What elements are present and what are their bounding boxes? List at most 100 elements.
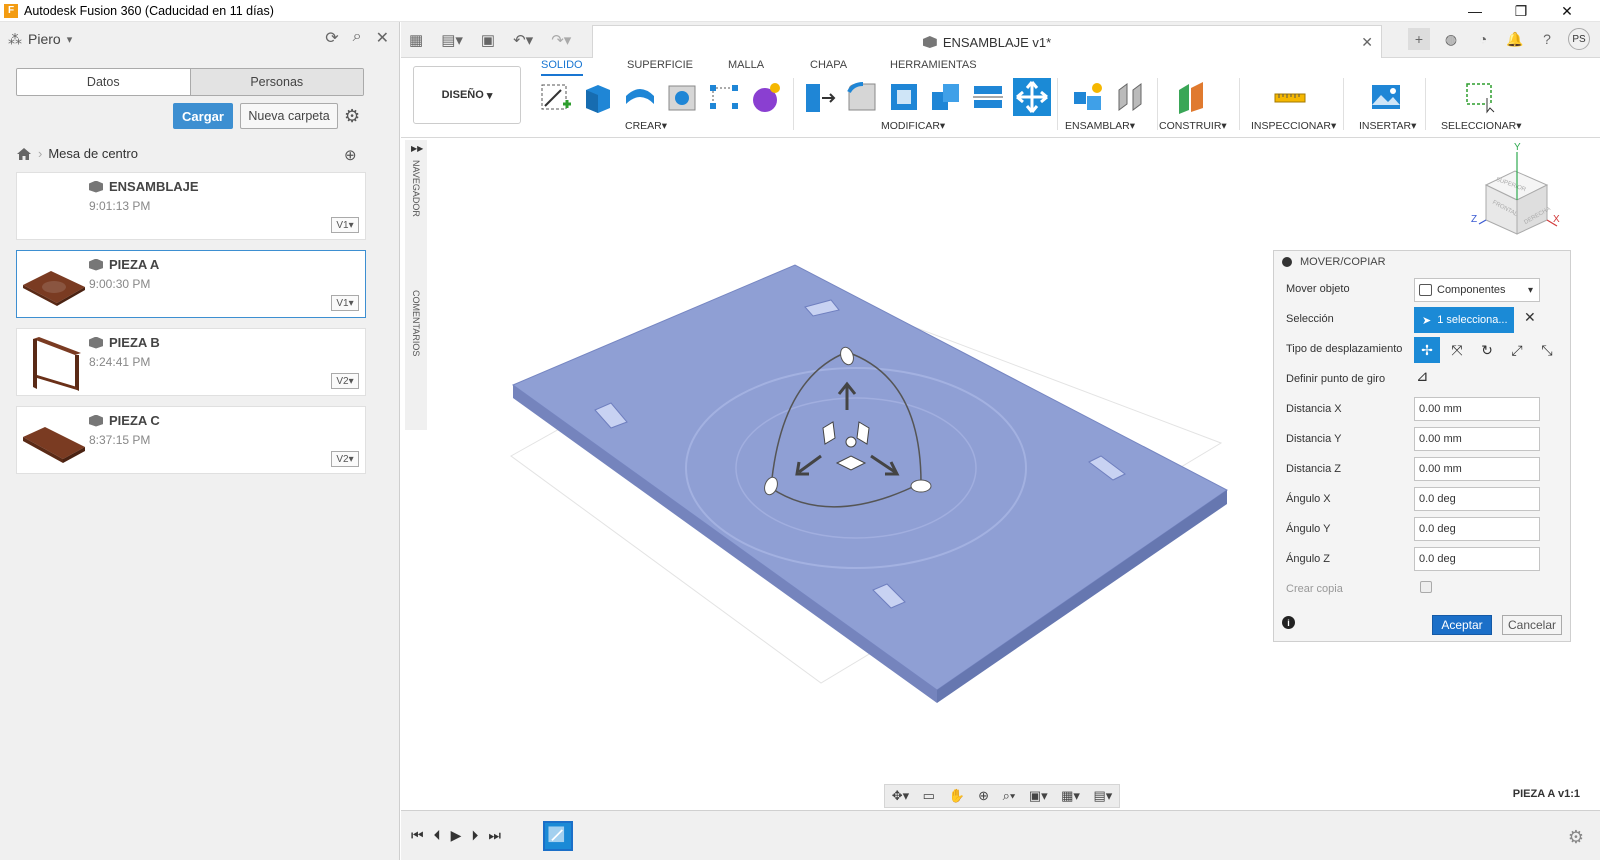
group-modificar[interactable]: MODIFICAR▾ <box>881 120 945 132</box>
joint-icon[interactable] <box>1113 80 1147 114</box>
expand-navigator-icon[interactable]: ▶▶ <box>411 144 423 153</box>
file-card-pieza-b[interactable]: PIEZA B 8:24:41 PM V2 ▾ <box>16 328 366 396</box>
insert-image-icon[interactable] <box>1369 80 1403 114</box>
refresh-icon[interactable]: ⟳ <box>325 28 338 48</box>
move-copy-tool[interactable] <box>1013 78 1051 116</box>
version-dropdown[interactable]: V2 ▾ <box>331 451 359 467</box>
create-form-icon[interactable] <box>749 80 783 114</box>
shell-icon[interactable] <box>887 80 921 114</box>
display-settings-icon[interactable]: ▣▾ <box>1029 788 1048 804</box>
home-icon[interactable] <box>16 147 32 161</box>
user-avatar[interactable]: PS <box>1568 28 1590 50</box>
extensions-icon[interactable]: ◍ <box>1440 28 1462 50</box>
create-sketch-icon[interactable] <box>539 80 573 114</box>
measure-icon[interactable] <box>1273 80 1307 114</box>
version-dropdown[interactable]: V1 ▾ <box>331 295 359 311</box>
group-construir[interactable]: CONSTRUIR▾ <box>1159 120 1227 132</box>
hole-icon[interactable] <box>665 80 699 114</box>
tab-superficie[interactable]: SUPERFICIE <box>627 59 693 71</box>
distance-x-input[interactable]: 0.00 mm <box>1414 397 1540 421</box>
group-seleccionar[interactable]: SELECCIONAR▾ <box>1441 120 1522 132</box>
timeline-feature-item[interactable] <box>543 821 573 851</box>
select-window-icon[interactable] <box>1463 80 1497 114</box>
dialog-header[interactable]: MOVER/COPIAR <box>1274 251 1570 273</box>
angle-y-input[interactable]: 0.0 deg <box>1414 517 1540 541</box>
upload-button[interactable]: Cargar <box>173 103 233 129</box>
apps-grid-icon[interactable]: ▦ <box>409 31 423 49</box>
info-icon[interactable]: i <box>1282 616 1295 629</box>
new-folder-button[interactable]: Nueva carpeta <box>240 103 338 129</box>
tab-navegador[interactable]: NAVEGADOR <box>405 160 427 270</box>
tab-chapa[interactable]: CHAPA <box>810 59 847 71</box>
point-to-position-icon[interactable]: ⤡ <box>1534 337 1560 363</box>
tab-solido[interactable]: SOLIDO <box>541 59 583 76</box>
new-component-icon[interactable] <box>1071 80 1105 114</box>
collapse-dialog-icon[interactable] <box>1282 257 1292 267</box>
close-button[interactable]: ✕ <box>1544 0 1590 22</box>
accept-button[interactable]: Aceptar <box>1432 615 1492 635</box>
user-dropdown[interactable]: Piero <box>28 31 61 47</box>
step-back-icon[interactable]: ⏴ <box>434 827 441 844</box>
free-move-handle[interactable] <box>845 436 857 448</box>
angle-z-input[interactable]: 0.0 deg <box>1414 547 1540 571</box>
tab-comentarios[interactable]: COMENTARIOS <box>405 290 427 420</box>
version-dropdown[interactable]: V1 ▾ <box>331 217 359 233</box>
tab-datos[interactable]: Datos <box>17 69 191 95</box>
help-icon[interactable]: ? <box>1536 28 1558 50</box>
combine-icon[interactable] <box>929 80 963 114</box>
close-tab-icon[interactable]: ✕ <box>1361 34 1373 51</box>
group-ensamblar[interactable]: ENSAMBLAR▾ <box>1065 120 1135 132</box>
job-status-icon[interactable]: ◔ <box>1472 28 1494 50</box>
create-copy-checkbox[interactable] <box>1420 581 1432 593</box>
breadcrumb-project[interactable]: Mesa de centro <box>48 146 138 161</box>
revolve-icon[interactable] <box>623 80 657 114</box>
zoom-icon[interactable]: ⊕ <box>978 788 989 804</box>
grid-settings-icon[interactable]: ▦▾ <box>1061 788 1080 804</box>
file-card-pieza-a[interactable]: PIEZA A 9:00:30 PM V1 ▾ <box>16 250 366 318</box>
offset-plane-icon[interactable] <box>1175 80 1209 114</box>
close-panel-icon[interactable]: ✕ <box>376 28 389 48</box>
tabletop-plate[interactable] <box>511 264 1228 691</box>
extrude-icon[interactable] <box>581 80 615 114</box>
globe-icon[interactable]: ⊕ <box>344 146 357 164</box>
tab-malla[interactable]: MALLA <box>728 59 764 71</box>
save-icon[interactable]: ▣ <box>481 31 495 49</box>
rectangular-pattern-icon[interactable] <box>707 80 741 114</box>
restore-button[interactable]: ❐ <box>1498 0 1544 22</box>
translate-icon[interactable]: ⤧ <box>1444 337 1470 363</box>
fit-zoom-icon[interactable]: ⌕▾ <box>1003 788 1016 804</box>
distance-z-input[interactable]: 0.00 mm <box>1414 457 1540 481</box>
press-pull-icon[interactable] <box>803 80 837 114</box>
tab-personas[interactable]: Personas <box>190 69 363 95</box>
move-object-select[interactable]: Componentes ▾ <box>1414 278 1540 302</box>
rotate-handle-z[interactable] <box>910 479 932 493</box>
selection-button[interactable]: ➤ 1 selecciona... <box>1414 307 1514 333</box>
new-tab-icon[interactable]: + <box>1408 28 1430 50</box>
document-tab[interactable]: ENSAMBLAJE v1* ✕ <box>592 25 1382 58</box>
pan-hand-icon[interactable]: ✋ <box>948 788 964 804</box>
file-menu-icon[interactable]: ▤▾ <box>441 31 463 49</box>
fillet-icon[interactable] <box>845 80 879 114</box>
chevron-down-icon[interactable]: ▾ <box>67 33 73 46</box>
gear-icon[interactable]: ⚙ <box>344 106 360 127</box>
notifications-bell-icon[interactable]: 🔔 <box>1504 28 1526 50</box>
rotate-icon[interactable]: ↻ <box>1474 337 1500 363</box>
clear-selection-icon[interactable]: ✕ <box>1524 309 1536 326</box>
angle-x-input[interactable]: 0.0 deg <box>1414 487 1540 511</box>
group-inspeccionar[interactable]: INSPECCIONAR▾ <box>1251 120 1336 132</box>
file-card-ensamblaje[interactable]: ENSAMBLAJE 9:01:13 PM V1 ▾ <box>16 172 366 240</box>
file-card-pieza-c[interactable]: PIEZA C 8:37:15 PM V2 ▾ <box>16 406 366 474</box>
undo-icon[interactable]: ↶▾ <box>513 31 533 49</box>
look-at-icon[interactable]: ▭ <box>923 788 935 804</box>
group-crear[interactable]: CREAR▾ <box>625 120 667 132</box>
play-icon[interactable]: ▶ <box>451 827 462 844</box>
step-forward-icon[interactable]: ⏵ <box>471 827 478 844</box>
redo-icon[interactable]: ↷▾ <box>551 31 571 49</box>
tab-herramientas[interactable]: HERRAMIENTAS <box>890 59 977 71</box>
set-pivot-icon[interactable]: ⊿ <box>1416 367 1429 385</box>
viewports-icon[interactable]: ▤▾ <box>1093 788 1112 804</box>
timeline-settings-gear-icon[interactable]: ⚙ <box>1568 827 1584 848</box>
split-body-icon[interactable] <box>971 80 1005 114</box>
version-dropdown[interactable]: V2 ▾ <box>331 373 359 389</box>
go-to-start-icon[interactable]: ⏮ <box>411 827 424 844</box>
